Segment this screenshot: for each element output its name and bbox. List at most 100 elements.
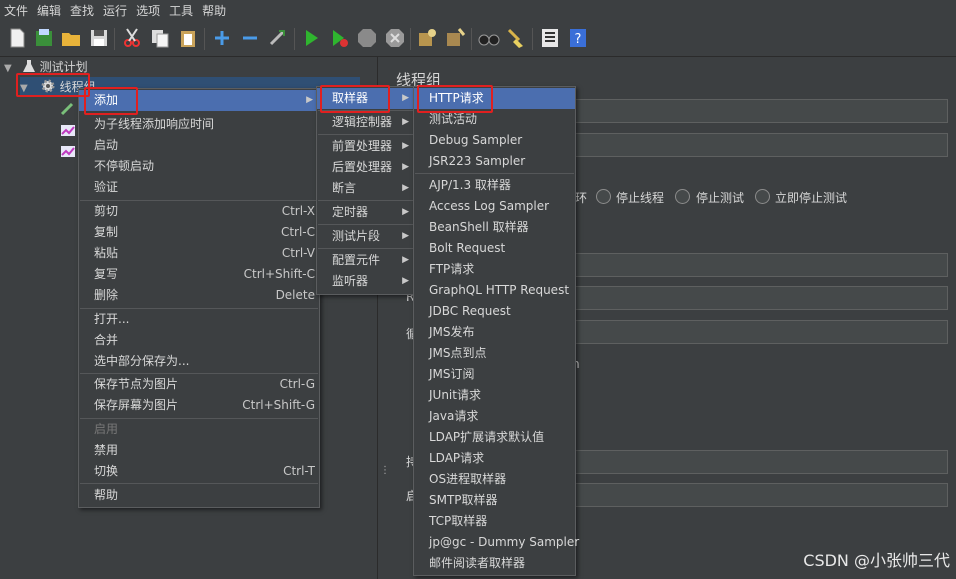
toolbar-divider <box>294 28 295 50</box>
menu-item-toggle[interactable]: 切换 Ctrl-T <box>79 461 319 482</box>
chevron-down-icon[interactable]: ▼ <box>20 79 36 99</box>
menu-item-post-processor[interactable]: 后置处理器 ▶ <box>317 157 415 178</box>
broom-icon[interactable] <box>505 27 527 49</box>
menu-item-assertion[interactable]: 断言 ▶ <box>317 178 415 199</box>
menu-item-add[interactable]: 添加 ▶ <box>79 90 319 111</box>
menu-item-help[interactable]: 帮助 <box>79 485 319 506</box>
chevron-down-icon[interactable]: ▼ <box>4 59 18 79</box>
menu-item-config-element[interactable]: 配置元件 ▶ <box>317 250 415 271</box>
name-field[interactable] <box>566 99 948 123</box>
menu-item-debug-sampler[interactable]: Debug Sampler <box>414 130 575 151</box>
menu-item-duplicate[interactable]: 复写 Ctrl+Shift-C <box>79 264 319 285</box>
loop-field[interactable] <box>566 320 948 344</box>
menu-options[interactable]: 选项 <box>132 0 165 22</box>
chevron-right-icon: ▶ <box>402 162 409 172</box>
menu-tools[interactable]: 工具 <box>165 0 198 22</box>
ramp-up-field[interactable] <box>566 286 948 310</box>
collapse-icon[interactable] <box>239 27 261 49</box>
new-file-icon[interactable] <box>6 27 28 49</box>
menu-item-jms-publisher[interactable]: JMS发布 <box>414 322 575 343</box>
menu-search[interactable]: 查找 <box>66 0 99 22</box>
stop-icon[interactable] <box>356 27 378 49</box>
comment-field[interactable] <box>566 133 948 157</box>
expand-icon[interactable] <box>211 27 233 49</box>
menu-file[interactable]: 文件 <box>0 0 33 22</box>
save-icon[interactable] <box>88 27 110 49</box>
menu-item-ldap-extended-request[interactable]: LDAP扩展请求默认值 <box>414 427 575 448</box>
menu-item-beanshell-sampler[interactable]: BeanShell 取样器 <box>414 217 575 238</box>
menu-bar: 文件 编辑 查找 运行 选项 工具 帮助 <box>0 0 956 22</box>
menu-item-start-no-pause[interactable]: 不停顿启动 <box>79 156 319 177</box>
menu-item-listener[interactable]: 监听器 ▶ <box>317 271 415 292</box>
menu-item-validate[interactable]: 验证 <box>79 177 319 198</box>
menu-divider <box>318 110 414 111</box>
menu-item-jms-subscriber[interactable]: JMS订阅 <box>414 364 575 385</box>
menu-item-merge[interactable]: 合并 <box>79 330 319 351</box>
menu-item-junit-request[interactable]: JUnit请求 <box>414 385 575 406</box>
menu-item-ftp-request[interactable]: FTP请求 <box>414 259 575 280</box>
menu-item-jdbc-request[interactable]: JDBC Request <box>414 301 575 322</box>
open-folder-icon[interactable] <box>60 27 82 49</box>
menu-item-bolt-request[interactable]: Bolt Request <box>414 238 575 259</box>
menu-item-tcp-sampler[interactable]: TCP取样器 <box>414 511 575 532</box>
menu-item-paste[interactable]: 粘贴 Ctrl-V <box>79 243 319 264</box>
duration-field[interactable] <box>566 450 948 474</box>
copy-icon[interactable] <box>149 27 171 49</box>
menu-item-test-fragment[interactable]: 测试片段 ▶ <box>317 226 415 247</box>
cut-icon[interactable] <box>121 27 143 49</box>
startup-delay-field[interactable] <box>566 483 948 507</box>
menu-item-pre-processor[interactable]: 前置处理器 ▶ <box>317 136 415 157</box>
binoculars-icon[interactable] <box>478 27 500 49</box>
flask-icon <box>22 60 35 72</box>
menu-item-enable: 启用 <box>94 422 119 436</box>
menu-item-save-node-image[interactable]: 保存节点为图片 Ctrl-G <box>79 374 319 395</box>
help-icon[interactable]: ? <box>567 27 589 49</box>
menu-divider <box>318 134 414 135</box>
templates-icon[interactable] <box>33 27 55 49</box>
threads-field[interactable] <box>566 253 948 277</box>
clear-all-icon[interactable] <box>444 27 466 49</box>
radio-stop-thread[interactable] <box>596 189 611 204</box>
menu-item-save-screen-image[interactable]: 保存屏幕为图片 Ctrl+Shift-G <box>79 395 319 416</box>
radio-stop-test[interactable] <box>675 189 690 204</box>
tree-node-test-plan[interactable]: ▼ 测试计划 <box>4 57 88 77</box>
radio-stop-test-now[interactable] <box>755 189 770 204</box>
menu-item-graphql-request[interactable]: GraphQL HTTP Request <box>414 280 575 301</box>
menu-help[interactable]: 帮助 <box>198 0 231 22</box>
menu-item-jsr223-sampler[interactable]: JSR223 Sampler <box>414 151 575 172</box>
shutdown-icon[interactable] <box>384 27 406 49</box>
menu-item-mail-reader-sampler[interactable]: 邮件阅读者取样器 <box>414 553 575 574</box>
menu-item-cut[interactable]: 剪切 Ctrl-X <box>79 201 319 222</box>
menu-item-jms-point-to-point[interactable]: JMS点到点 <box>414 343 575 364</box>
toolbar-divider <box>471 28 472 50</box>
menu-item-start[interactable]: 启动 <box>79 135 319 156</box>
menu-item-dummy-sampler[interactable]: jp@gc - Dummy Sampler <box>414 532 579 553</box>
menu-item-sampler[interactable]: 取样器 ▶ <box>317 88 415 109</box>
menu-item-timer[interactable]: 定时器 ▶ <box>317 202 415 223</box>
menu-run[interactable]: 运行 <box>99 0 132 22</box>
paste-icon[interactable] <box>177 27 199 49</box>
menu-item-add-response-time[interactable]: 为子线程添加响应时间 <box>79 114 319 135</box>
menu-item-open[interactable]: 打开... <box>79 309 319 330</box>
function-helper-icon[interactable] <box>539 27 561 49</box>
toggle-icon[interactable] <box>267 27 289 49</box>
menu-item-access-log-sampler[interactable]: Access Log Sampler <box>414 196 575 217</box>
menu-item-ajp-sampler[interactable]: AJP/1.3 取样器 <box>414 175 575 196</box>
start-no-pause-icon[interactable] <box>328 27 350 49</box>
menu-item-copy[interactable]: 复制 Ctrl-C <box>79 222 319 243</box>
menu-item-smtp-sampler[interactable]: SMTP取样器 <box>414 490 575 511</box>
menu-item-java-request[interactable]: Java请求 <box>414 406 575 427</box>
radio-label: 停止测试 <box>696 191 745 205</box>
menu-item-http-request[interactable]: HTTP请求 <box>414 88 575 109</box>
menu-item-disable[interactable]: 禁用 <box>79 440 319 461</box>
menu-item-save-selection-as[interactable]: 选中部分保存为... <box>79 351 319 372</box>
start-icon[interactable] <box>300 27 322 49</box>
menu-item-ldap-request[interactable]: LDAP请求 <box>414 448 575 469</box>
chevron-right-icon: ▶ <box>306 95 313 105</box>
clear-icon[interactable] <box>416 27 438 49</box>
menu-item-os-process-sampler[interactable]: OS进程取样器 <box>414 469 575 490</box>
menu-item-logic-controller[interactable]: 逻辑控制器 ▶ <box>317 112 415 133</box>
menu-edit[interactable]: 编辑 <box>33 0 66 22</box>
menu-item-test-action[interactable]: 测试活动 <box>414 109 575 130</box>
menu-item-delete[interactable]: 删除 Delete <box>79 285 319 306</box>
